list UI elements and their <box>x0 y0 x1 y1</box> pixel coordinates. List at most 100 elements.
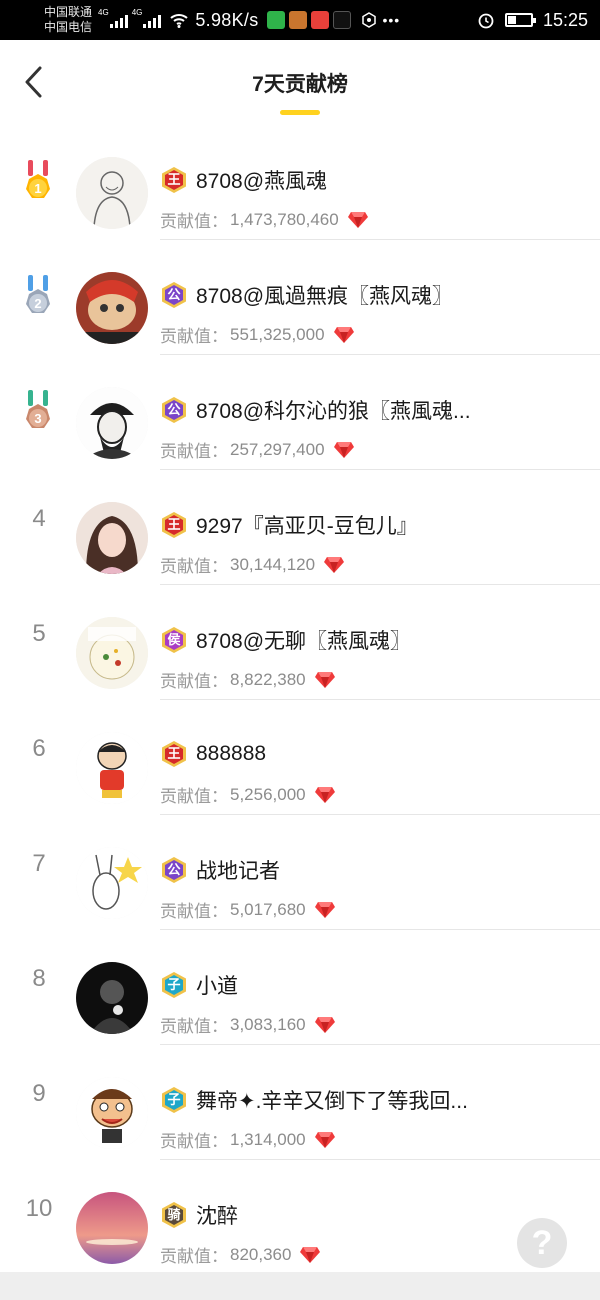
user-name[interactable]: 8708@燕風魂 <box>196 165 327 195</box>
user-name[interactable]: 舞帝✦.辛辛又倒下了等我回... <box>196 1085 468 1115</box>
rank-badge-icon: 王 <box>160 740 188 768</box>
user-name[interactable]: 沈醉 <box>196 1200 238 1230</box>
carrier-2: 中国电信 <box>44 20 93 34</box>
rank-badge-icon: 子 <box>160 1086 188 1114</box>
diamond-icon <box>314 1016 335 1033</box>
rank-badge-icon: 公 <box>160 281 188 309</box>
rank-badge-label: 王 <box>167 517 181 532</box>
status-bar: 中国联通 中国电信 4G 4G 5.98K/s ••• 15:25 <box>0 0 600 40</box>
user-name-line: 公 8708@科尔沁的狼〖燕風魂... <box>160 395 510 425</box>
user-avatar[interactable] <box>76 272 148 344</box>
contribution-label: 贡献值： <box>160 672 228 691</box>
contribution-value: 1,473,780,460 <box>230 209 339 229</box>
rank-badge-label: 骑 <box>167 1207 181 1222</box>
contribution-line: 贡献值： 3,083,160 <box>160 1012 336 1037</box>
diamond-icon <box>300 1246 321 1263</box>
user-name[interactable]: 888888 <box>196 742 266 766</box>
ranking-row[interactable]: 7 公战地记者 贡献值： 5,017,680 <box>0 815 600 930</box>
rank-badge-label: 公 <box>167 402 181 417</box>
contribution-value: 551,325,000 <box>230 324 325 344</box>
user-name-line: 王 888888 <box>160 740 510 768</box>
ranking-row[interactable]: 1 王 8708@燕風魂贡献值： 1,473,780,460 <box>0 125 600 240</box>
contribution-label: 贡献值： <box>160 1247 228 1266</box>
diamond-icon <box>333 326 354 343</box>
user-avatar[interactable] <box>76 962 148 1034</box>
ranking-row[interactable]: 2 公 8708@風過無痕〖燕风魂〗贡献值： 551,325,000 <box>0 240 600 355</box>
user-name-line: 侯 8708@无聊〖燕風魂〗 <box>160 625 510 655</box>
ranking-row[interactable]: 4 王 9297『高亚贝-豆包儿』 贡献值： 30,144,120 <box>0 470 600 585</box>
carrier-1: 中国联通 <box>44 5 93 19</box>
contribution-label: 贡献值： <box>160 557 228 576</box>
contribution-label: 贡献值： <box>160 442 228 461</box>
rank-badge-icon: 子 <box>160 971 188 999</box>
diamond-icon <box>324 556 345 573</box>
user-avatar[interactable] <box>76 387 148 459</box>
user-name-line: 公 8708@風過無痕〖燕风魂〗 <box>160 280 510 310</box>
diamond-icon <box>347 211 368 228</box>
bottom-bar <box>0 1272 600 1300</box>
gold-medal-icon: 1 <box>20 160 56 208</box>
contribution-line: 贡献值： 820,360 <box>160 1242 321 1267</box>
user-name[interactable]: 8708@科尔沁的狼〖燕風魂... <box>196 395 471 425</box>
page-title: 7天贡献榜 <box>252 73 348 96</box>
user-avatar[interactable] <box>76 1192 148 1264</box>
ranking-row[interactable]: 10 骑沈醉贡献值： 820,360 <box>0 1160 600 1275</box>
signal-icon-2 <box>143 12 162 28</box>
svg-text:3: 3 <box>34 411 41 426</box>
contribution-value: 257,297,400 <box>230 439 325 459</box>
user-name[interactable]: 9297『高亚贝-豆包儿』 <box>196 510 418 540</box>
user-name-line: 子舞帝✦.辛辛又倒下了等我回... <box>160 1085 510 1115</box>
user-name[interactable]: 小道 <box>196 970 238 1000</box>
tiktok-notification-icon <box>332 11 351 29</box>
user-avatar[interactable] <box>76 732 148 804</box>
rank-badge-icon: 公 <box>160 856 188 884</box>
alarm-icon <box>478 13 494 29</box>
contribution-line: 贡献值： 5,256,000 <box>160 782 336 807</box>
user-avatar[interactable] <box>76 847 148 919</box>
help-button[interactable]: ? <box>517 1218 567 1268</box>
page-header: 7天贡献榜 <box>0 40 600 125</box>
contribution-value: 1,314,000 <box>230 1129 306 1149</box>
user-name[interactable]: 8708@无聊〖燕風魂〗 <box>196 625 411 655</box>
user-name-line: 子小道 <box>160 970 510 1000</box>
user-name[interactable]: 战地记者 <box>196 855 280 885</box>
ranking-row[interactable]: 5 侯 8708@无聊〖燕風魂〗 贡献值： 8,822,380 <box>0 585 600 700</box>
rank-number: 7 <box>32 850 46 877</box>
rank-badge-label: 公 <box>167 287 181 302</box>
contribution-value: 3,083,160 <box>230 1014 306 1034</box>
user-name[interactable]: 8708@風過無痕〖燕风魂〗 <box>196 280 453 310</box>
ranking-row[interactable]: 6 王 888888 贡献值： 5,256,000 <box>0 700 600 815</box>
rank-number: 9 <box>32 1080 46 1107</box>
rank-number: 8 <box>32 965 46 992</box>
user-avatar[interactable] <box>76 157 148 229</box>
rank-badge-icon: 侯 <box>160 626 188 654</box>
rank-number: 4 <box>32 505 46 532</box>
rank-badge-icon: 骑 <box>160 1201 188 1229</box>
contribution-value: 8,822,380 <box>230 669 306 689</box>
contribution-label: 贡献值： <box>160 212 228 231</box>
diamond-icon <box>314 671 335 688</box>
contribution-label: 贡献值： <box>160 1017 228 1036</box>
contribution-label: 贡献值： <box>160 327 228 346</box>
user-avatar[interactable] <box>76 502 148 574</box>
user-name-line: 骑沈醉 <box>160 1200 510 1230</box>
wifi-icon <box>170 14 189 28</box>
rank-badge-label: 子 <box>167 977 181 992</box>
app-notification-icon <box>266 11 285 29</box>
ranking-row[interactable]: 3 公 8708@科尔沁的狼〖燕風魂... 贡献值： 257,297,400 <box>0 355 600 470</box>
rank-badge-label: 王 <box>167 172 181 187</box>
ranking-row[interactable]: 8 子小道贡献值： 3,083,160 <box>0 930 600 1045</box>
user-avatar[interactable] <box>76 1077 148 1149</box>
svg-text:2: 2 <box>34 296 41 311</box>
ranking-row[interactable]: 9 子舞帝✦.辛辛又倒下了等我回... 贡献值： 1,314,000 <box>0 1045 600 1160</box>
rank-badge-label: 王 <box>167 746 181 761</box>
user-name-line: 王 8708@燕風魂 <box>160 165 510 195</box>
diamond-icon <box>333 441 354 458</box>
diamond-icon <box>314 786 335 803</box>
rank-number: 10 <box>25 1195 53 1222</box>
contribution-label: 贡献值： <box>160 787 228 806</box>
user-avatar[interactable] <box>76 617 148 689</box>
carrier-names: 中国联通 中国电信 <box>44 5 92 35</box>
user-name-line: 公战地记者 <box>160 855 510 885</box>
contribution-line: 贡献值： 8,822,380 <box>160 667 336 692</box>
